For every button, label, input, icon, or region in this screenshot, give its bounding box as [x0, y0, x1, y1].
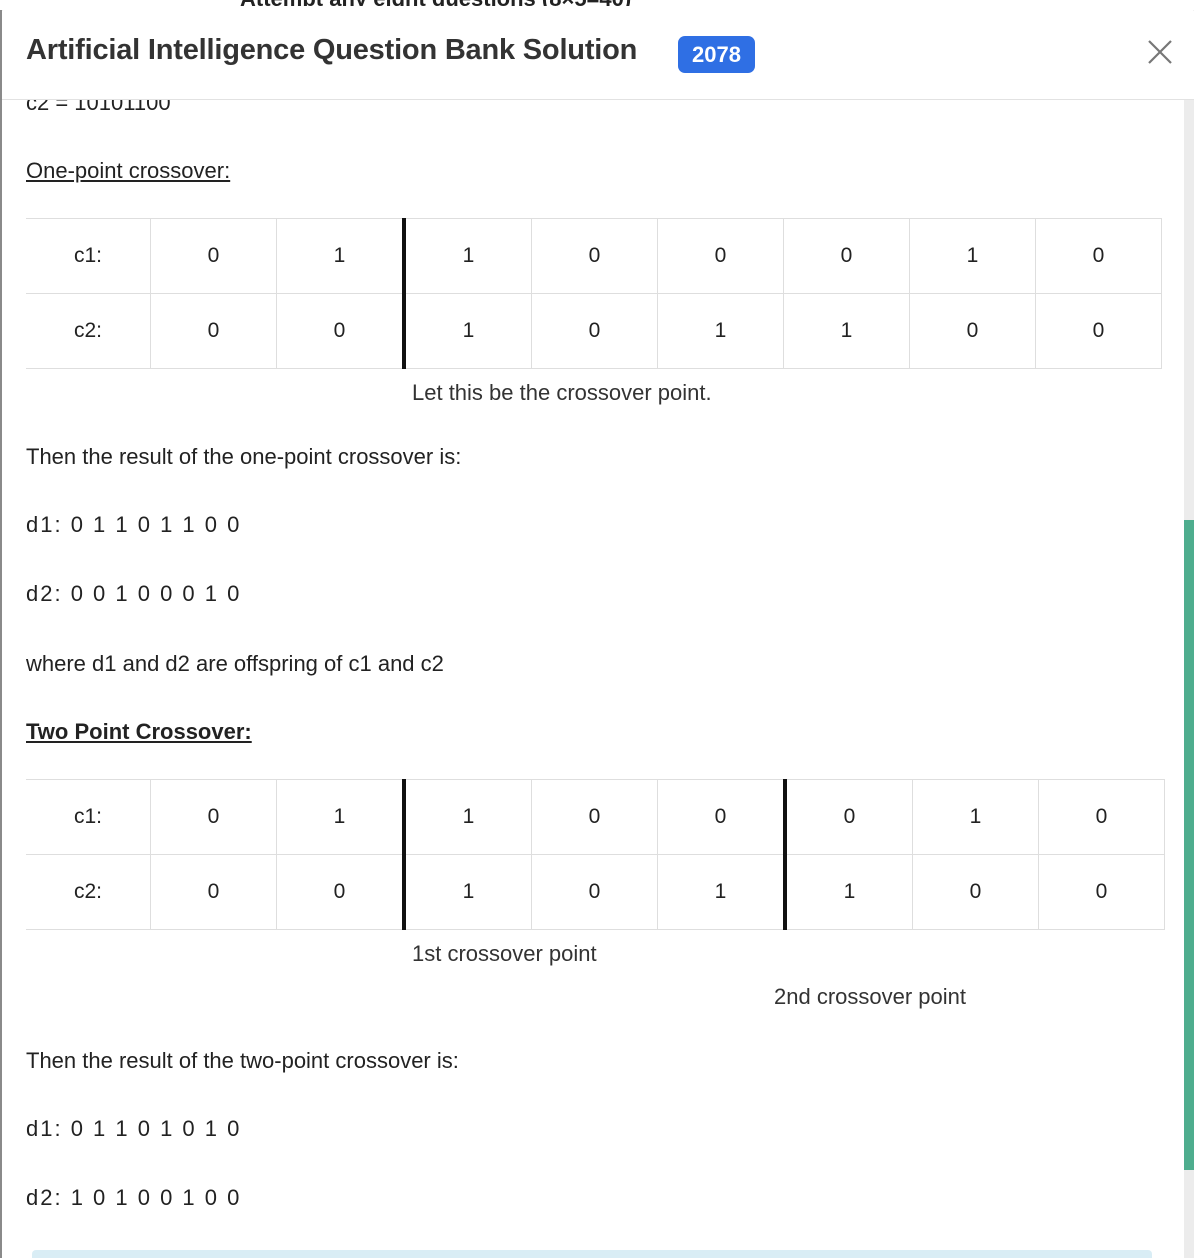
modal-title: Artificial Intelligence Question Bank So…	[26, 34, 638, 66]
year-badge: 2078	[678, 36, 755, 73]
row-label: c1:	[26, 779, 151, 855]
bit-cell: 0	[1038, 779, 1165, 855]
one-point-table: c1: 0 1 1 0 0 0 1 0 c2: 0 0 1 0 1 1 0 0	[26, 218, 1162, 369]
close-icon[interactable]	[1140, 32, 1180, 72]
bit-cell: 0	[150, 218, 277, 294]
bit-cell: 0	[531, 854, 658, 930]
table-row: c1: 0 1 1 0 0 0 1 0	[26, 218, 1162, 294]
modal-header: Artificial Intelligence Question Bank So…	[2, 6, 1194, 100]
table-row: c1: 0 1 1 0 0 0 1 0	[26, 779, 1165, 855]
partial-line: c2 = 10101100	[26, 100, 171, 115]
bit-cell: 1	[912, 779, 1039, 855]
offspring-d2: d2: 0 0 1 0 0 0 1 0	[26, 581, 242, 606]
bit-cell: 1	[402, 293, 532, 369]
close-button[interactable]	[1140, 32, 1180, 72]
crossover-point-note: Let this be the crossover point.	[412, 380, 712, 405]
bit-cell: 1	[783, 854, 913, 930]
bit-cell: 0	[909, 293, 1036, 369]
bit-cell: 1	[657, 293, 784, 369]
bit-cell: 0	[1035, 218, 1162, 294]
two-point-result-intro: Then the result of the two-point crossov…	[26, 1048, 459, 1073]
bit-cell: 0	[1035, 293, 1162, 369]
two-point-heading: Two Point Crossover:	[26, 719, 252, 744]
row-label: c1:	[26, 218, 151, 294]
row-label: c2:	[26, 293, 151, 369]
bit-cell: 1	[783, 293, 910, 369]
table-row: c2: 0 0 1 0 1 1 0 0	[26, 854, 1165, 930]
bit-cell: 0	[783, 218, 910, 294]
table-row: c2: 0 0 1 0 1 1 0 0	[26, 293, 1162, 369]
offspring-d1: d1: 0 1 1 0 1 1 0 0	[26, 512, 242, 537]
offspring-d2-two-point: d2: 1 0 1 0 0 1 0 0	[26, 1185, 242, 1210]
modal-body[interactable]: c2 = 10101100 One-point crossover: c1: 0…	[2, 100, 1184, 1258]
bit-cell: 0	[276, 293, 405, 369]
bit-cell: 0	[150, 293, 277, 369]
row-label: c2:	[26, 854, 151, 930]
bit-cell: 0	[150, 854, 277, 930]
bit-cell: 1	[402, 854, 532, 930]
bit-cell: 0	[657, 218, 784, 294]
bit-cell: 1	[402, 218, 532, 294]
bit-cell: 0	[531, 293, 658, 369]
solution-modal: Artificial Intelligence Question Bank So…	[2, 6, 1194, 1258]
bit-cell: 0	[912, 854, 1039, 930]
bit-cell: 0	[150, 779, 277, 855]
bit-cell: 0	[783, 779, 913, 855]
one-point-result-intro: Then the result of the one-point crossov…	[26, 444, 462, 469]
bit-cell: 1	[402, 779, 532, 855]
first-crossover-note: 1st crossover point	[412, 941, 597, 966]
offspring-d1-two-point: d1: 0 1 1 0 1 0 1 0	[26, 1116, 242, 1141]
bit-cell: 0	[531, 779, 658, 855]
bit-cell: 1	[276, 779, 405, 855]
second-crossover-note: 2nd crossover point	[774, 984, 966, 1009]
bit-cell: 0	[1038, 854, 1165, 930]
offspring-explanation: where d1 and d2 are offspring of c1 and …	[26, 651, 444, 676]
one-point-heading: One-point crossover:	[26, 158, 231, 183]
scrollbar-thumb[interactable]	[1184, 520, 1194, 1170]
bit-cell: 0	[531, 218, 658, 294]
bit-cell: 0	[657, 779, 786, 855]
bit-cell: 1	[276, 218, 405, 294]
two-point-table: c1: 0 1 1 0 0 0 1 0 c2: 0 0 1 0 1 1 0 0	[26, 779, 1165, 930]
bit-cell: 0	[276, 854, 405, 930]
bit-cell: 1	[657, 854, 786, 930]
next-block-edge	[32, 1250, 1152, 1258]
bit-cell: 1	[909, 218, 1036, 294]
